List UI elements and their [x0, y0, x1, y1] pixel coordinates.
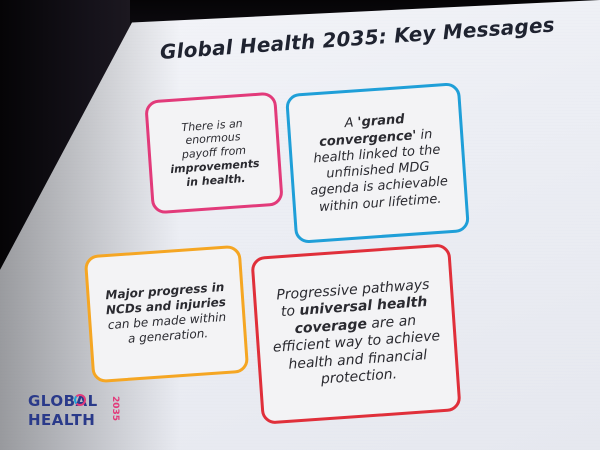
message-card-grand-convergence: A 'grand convergence' in health linked t…	[284, 82, 471, 244]
logo-number: 2035	[110, 396, 120, 422]
message-text-line: There is an enormous	[181, 116, 244, 148]
global-health-logo: GLOBAL HEALTH 2035	[28, 392, 120, 446]
logo-line-1: GLOBAL	[28, 392, 98, 410]
message-text-ncds: Major progress in NCDs and injuries can …	[101, 280, 232, 349]
message-text-grand-convergence: A 'grand convergence' in health linked t…	[302, 109, 453, 216]
message-emphasis: improvements in health.	[169, 156, 260, 189]
message-card-ncds: Major progress in NCDs and injuries can …	[83, 244, 250, 384]
message-emphasis: 'grand convergence'	[318, 112, 417, 150]
message-text-pre: A	[344, 115, 359, 132]
message-card-payoff: There is an enormous payoff from improve…	[144, 91, 284, 215]
logo-swoosh-icon	[74, 394, 86, 406]
message-text-uhc: Progressive pathways to universal health…	[268, 276, 445, 393]
logo-line-2: HEALTH	[28, 411, 96, 429]
message-text-payoff: There is an enormous payoff from improve…	[161, 115, 268, 191]
message-card-uhc: Progressive pathways to universal health…	[250, 243, 462, 425]
